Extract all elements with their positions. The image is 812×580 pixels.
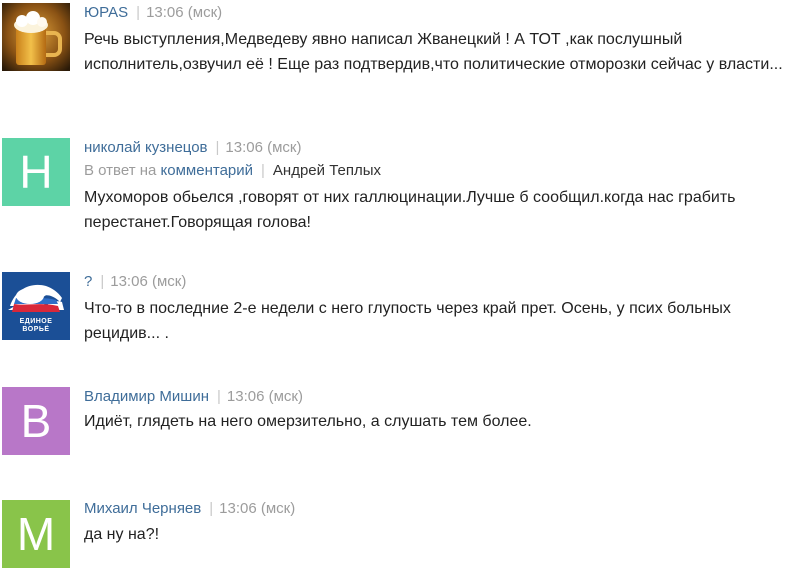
author-name[interactable]: ЮРАS	[84, 4, 128, 21]
beer-glass-icon	[2, 3, 70, 71]
comment-text: Что-то в последние 2-е недели с него глу…	[84, 300, 731, 342]
avatar[interactable]: ЕДИНОЕ ВОРЬЁ	[2, 272, 70, 340]
separator: |	[209, 500, 214, 517]
separator: |	[261, 162, 265, 179]
avatar[interactable]: M	[2, 500, 70, 568]
comment-time: 13:06 (мск)	[110, 273, 187, 290]
comment-text: да ну на?!	[84, 526, 160, 543]
author-name[interactable]: Михаил Черняев	[84, 500, 201, 517]
separator: |	[136, 4, 141, 21]
comment-text: Мухоморов обьелся ,говорят от них галлюц…	[84, 189, 736, 231]
avatar-letter: H	[19, 146, 53, 198]
author-name[interactable]: николай кузнецов	[84, 139, 208, 156]
separator: |	[217, 388, 221, 405]
comment-time: 13:06 (мск)	[146, 4, 223, 21]
separator: |	[100, 273, 105, 290]
comment-time: 13:06 (мск)	[219, 500, 296, 517]
avatar-letter: B	[20, 395, 52, 447]
comment-meta: ? | 13:06 (мск)	[84, 273, 186, 291]
reply-prefix: В ответ на	[84, 162, 157, 179]
comment-meta: николай кузнецов | 13:06 (мск)	[84, 139, 302, 157]
avatar[interactable]: H	[2, 138, 70, 206]
comment-text: Идиёт, глядеть на него омерзительно, а с…	[84, 413, 532, 430]
united-russia-logo-icon	[8, 284, 64, 312]
reply-comment-link[interactable]: комментарий	[161, 162, 253, 179]
comment-time: 13:06 (мск)	[226, 388, 303, 405]
logo-text-line-2: ВОРЬЁ	[22, 326, 50, 333]
author-name[interactable]: Владимир Мишин	[84, 388, 209, 405]
comment-meta: ЮРАS | 13:06 (мск)	[84, 4, 222, 22]
reply-info: В ответ на комментарий | Андрей Теплых	[84, 162, 381, 180]
comment-meta: Михаил Черняев | 13:06 (мск)	[84, 500, 295, 518]
avatar-letter: M	[16, 508, 56, 560]
avatar[interactable]	[2, 3, 70, 71]
avatar[interactable]: B	[2, 387, 70, 455]
comment-text: Речь выступления,Медведеву явно написал …	[84, 31, 783, 73]
logo-text-line-1: ЕДИНОЕ	[19, 318, 53, 325]
comment-meta: Владимир Мишин | 13:06 (мск)	[84, 388, 303, 406]
comment-time: 13:06 (мск)	[225, 139, 302, 156]
author-name[interactable]: ?	[84, 273, 92, 290]
separator: |	[215, 139, 220, 156]
reply-target-name[interactable]: Андрей Теплых	[273, 162, 381, 179]
logo-text: ЕДИНОЕ ВОРЬЁ	[20, 318, 53, 334]
